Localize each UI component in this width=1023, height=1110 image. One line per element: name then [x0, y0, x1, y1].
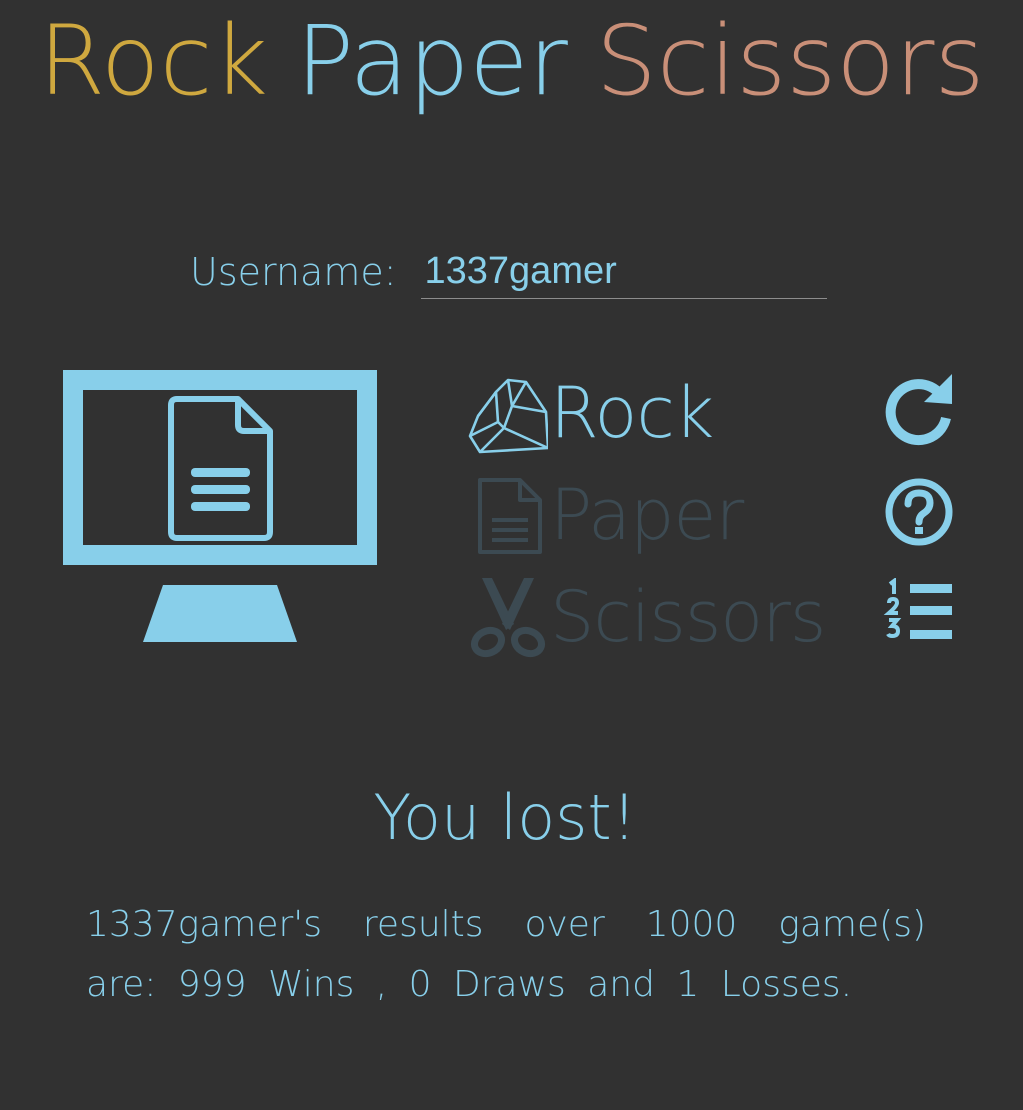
choice-rock-label: Rock — [550, 372, 714, 454]
title-scissors: Scissors — [595, 5, 985, 117]
leaderboard-icon[interactable] — [882, 578, 956, 652]
choice-rock[interactable]: Rock — [468, 362, 828, 464]
title-paper: Paper — [295, 5, 568, 117]
result-summary: 1337gamer's results over 1000 game(s) ar… — [86, 904, 926, 1005]
computer-paper-icon — [63, 370, 377, 642]
side-buttons — [882, 372, 956, 681]
choice-paper[interactable]: Paper — [468, 464, 828, 566]
paper-icon — [478, 478, 542, 554]
title-rock: Rock — [38, 5, 268, 117]
username-field[interactable] — [420, 245, 827, 299]
choice-scissors-label: Scissors — [550, 576, 826, 658]
username-label: Username: — [190, 250, 397, 294]
choice-list: Rock Paper Scissors — [468, 362, 828, 668]
game-title: Rock Paper Scissors — [0, 6, 1023, 116]
result-title: You lost! — [373, 781, 637, 854]
choice-paper-label: Paper — [550, 474, 744, 556]
scissors-icon — [470, 578, 546, 658]
rock-icon — [468, 378, 548, 454]
help-icon[interactable] — [882, 475, 956, 549]
username-row: Username: — [190, 244, 827, 300]
username-input[interactable] — [420, 245, 827, 298]
choice-scissors[interactable]: Scissors — [468, 566, 828, 668]
refresh-icon[interactable] — [882, 372, 956, 446]
